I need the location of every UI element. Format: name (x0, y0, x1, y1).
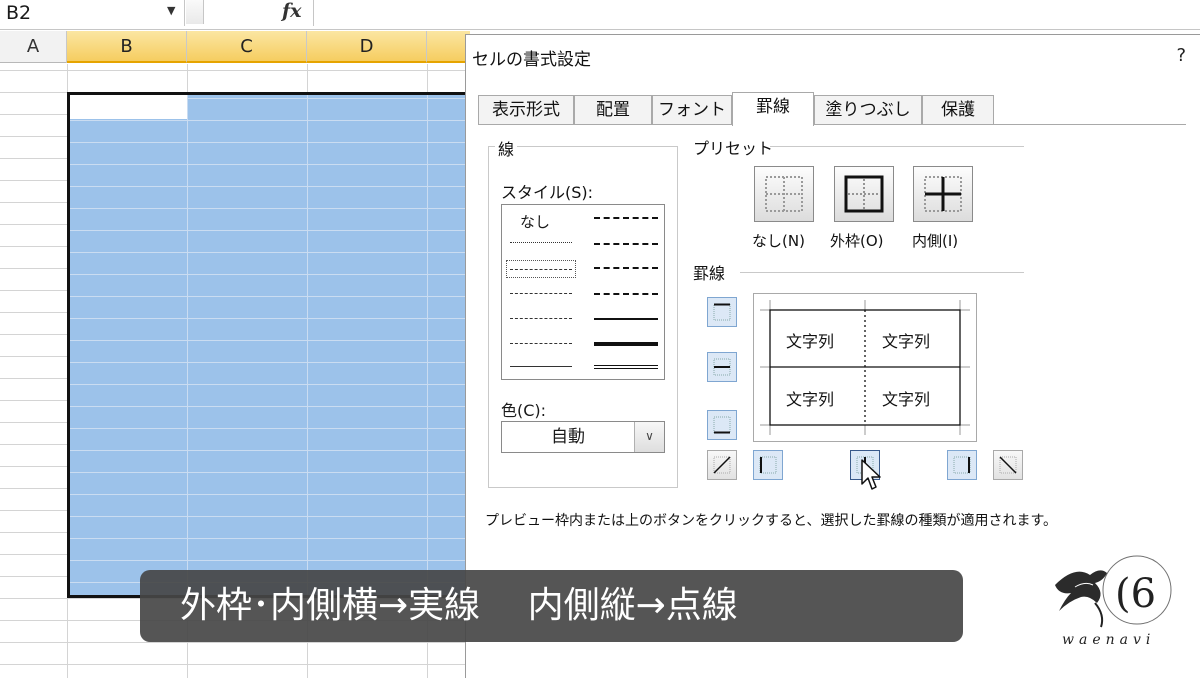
column-header-b[interactable]: B (67, 31, 187, 63)
tab-label: 罫線 (756, 97, 790, 117)
mouse-cursor-icon (861, 459, 881, 490)
name-box[interactable]: B2 (0, 0, 185, 26)
line-style-medium-dashed[interactable] (594, 293, 658, 295)
preset-outline-button[interactable] (834, 166, 894, 222)
preset-label: プリセット (690, 135, 777, 159)
tab-font[interactable]: フォント (652, 95, 732, 125)
preset-none-label: なし(N) (752, 232, 805, 250)
border-inside-horizontal-button[interactable] (707, 352, 737, 382)
line-style-list[interactable]: なし (501, 204, 665, 380)
border-inside-horizontal-icon (713, 358, 731, 376)
column-label: D (359, 36, 374, 57)
preset-inside-icon (924, 176, 962, 212)
preset-none-icon (765, 176, 803, 212)
preset-none-button[interactable] (754, 166, 814, 222)
line-style-hair[interactable] (510, 242, 572, 243)
tab-border[interactable]: 罫線 (732, 92, 814, 126)
line-style-label: スタイル(S): (501, 183, 594, 202)
dialog-title: セルの書式設定 (472, 50, 591, 70)
caption-overlay: 外枠･内側横→実線 内側縦→点線 (140, 570, 963, 642)
line-style-dash-dot[interactable] (510, 318, 572, 319)
divider (740, 272, 1024, 273)
tab-label: 保護 (941, 100, 975, 120)
tab-label: 配置 (596, 100, 630, 120)
preview-cell-text: 文字列 (882, 332, 931, 351)
line-style-dashed[interactable] (510, 343, 572, 344)
preset-outline-icon (844, 175, 884, 213)
tab-alignment[interactable]: 配置 (574, 95, 652, 125)
column-header-e[interactable] (427, 31, 470, 63)
line-group-label: 線 (495, 136, 518, 160)
column-label: C (240, 36, 253, 57)
border-preview[interactable]: 文字列 文字列 文字列 文字列 (753, 293, 977, 442)
divider (770, 146, 1024, 147)
border-diagonal-down-button[interactable] (993, 450, 1023, 480)
preset-inside-label: 内側(I) (912, 232, 959, 250)
border-top-icon (713, 303, 731, 321)
border-left-icon (759, 456, 777, 474)
border-preview-lines (760, 300, 970, 435)
formula-bar-resize-handle[interactable] (186, 0, 204, 24)
divider (313, 0, 314, 26)
line-style-slanted-dash-dot[interactable] (594, 243, 658, 245)
logo-text: waenavi (1062, 632, 1156, 648)
help-button[interactable]: ? (1176, 45, 1186, 66)
chevron-down-icon[interactable]: ∨ (634, 422, 664, 452)
line-style-double[interactable] (594, 365, 658, 369)
border-left-button[interactable] (753, 450, 783, 480)
name-box-value: B2 (6, 2, 32, 24)
line-style-none[interactable]: なし (520, 211, 550, 232)
column-label: B (120, 36, 133, 57)
line-color-value: 自動 (551, 427, 585, 447)
line-style-dash-dot-dot[interactable] (510, 293, 572, 294)
border-bottom-icon (713, 416, 731, 434)
column-header-a[interactable]: A (0, 31, 67, 63)
formula-bar: B2 ▼ fx (0, 0, 1200, 30)
line-color-select[interactable]: 自動 ∨ (501, 421, 665, 453)
line-style-medium[interactable] (594, 318, 658, 320)
tab-label: フォント (658, 100, 726, 120)
preset-outline-label: 外枠(O) (830, 232, 884, 250)
border-diagonal-up-button[interactable] (707, 450, 737, 480)
tab-number-format[interactable]: 表示形式 (478, 95, 574, 125)
svg-text:(6: (6 (1115, 571, 1156, 617)
border-diagonal-up-icon (713, 456, 731, 474)
tab-protection[interactable]: 保護 (922, 95, 994, 125)
border-top-button[interactable] (707, 297, 737, 327)
border-diagonal-down-icon (999, 456, 1017, 474)
line-style-thick[interactable] (594, 342, 658, 346)
tab-label: 表示形式 (492, 100, 560, 120)
selected-range[interactable] (67, 92, 467, 598)
line-group: 線 スタイル(S): なし 色(C): 自動 ∨ (488, 136, 678, 488)
preview-cell-text: 文字列 (786, 332, 835, 351)
line-style-dotted[interactable] (510, 269, 572, 270)
line-style-thin[interactable] (510, 366, 572, 367)
hint-text: プレビュー枠内または上のボタンをクリックすると、選択した罫線の種類が適用されます… (485, 513, 1058, 529)
border-label: 罫線 (690, 260, 729, 284)
preset-inside-button[interactable] (913, 166, 973, 222)
preview-cell-text: 文字列 (882, 390, 931, 409)
column-header-d[interactable]: D (307, 31, 427, 63)
border-right-button[interactable] (947, 450, 977, 480)
line-color-label: 色(C): (501, 401, 547, 420)
active-cell[interactable] (70, 95, 187, 119)
line-style-medium-dash-dot-dot[interactable] (594, 217, 658, 219)
insert-function-icon[interactable]: fx (282, 0, 302, 22)
column-header-c[interactable]: C (187, 31, 307, 63)
line-style-medium-dash-dot[interactable] (594, 267, 658, 269)
column-header-row: A B C D (0, 31, 470, 63)
chevron-down-icon[interactable]: ▼ (167, 4, 175, 17)
tab-label: 塗りつぶし (825, 100, 911, 120)
tab-fill[interactable]: 塗りつぶし (814, 95, 922, 125)
border-right-icon (953, 456, 971, 474)
column-label: A (26, 36, 40, 57)
preview-cell-text: 文字列 (786, 390, 835, 409)
border-bottom-button[interactable] (707, 410, 737, 440)
